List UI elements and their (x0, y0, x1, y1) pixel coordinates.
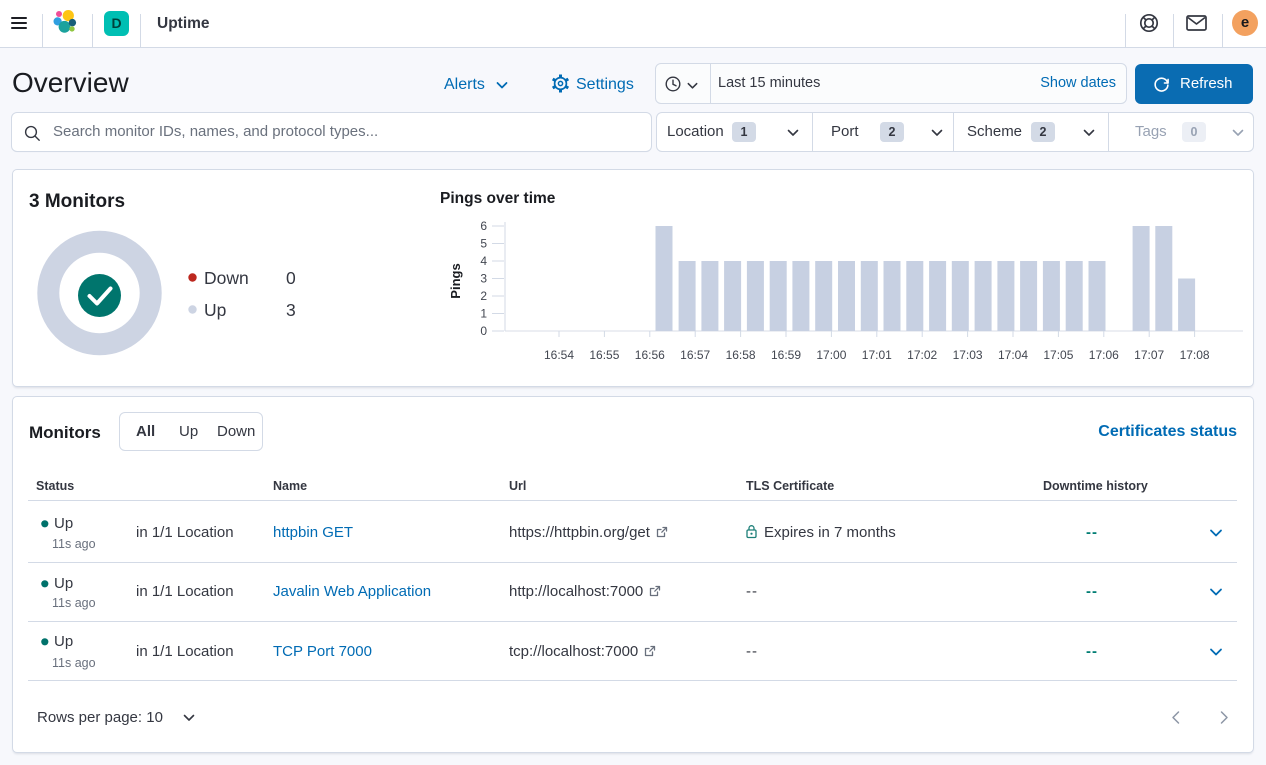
svg-text:17:00: 17:00 (816, 348, 846, 362)
svg-text:16:58: 16:58 (726, 348, 756, 362)
svg-text:Pings: Pings (448, 263, 463, 298)
svg-text:2: 2 (480, 289, 487, 303)
svg-text:17:07: 17:07 (1134, 348, 1164, 362)
svg-text:16:54: 16:54 (544, 348, 574, 362)
svg-text:0: 0 (480, 324, 487, 338)
svg-text:17:03: 17:03 (953, 348, 983, 362)
svg-text:16:55: 16:55 (589, 348, 619, 362)
svg-text:16:57: 16:57 (680, 348, 710, 362)
svg-text:17:05: 17:05 (1043, 348, 1073, 362)
svg-text:16:56: 16:56 (635, 348, 665, 362)
svg-text:16:59: 16:59 (771, 348, 801, 362)
svg-text:4: 4 (480, 254, 487, 268)
svg-text:17:08: 17:08 (1180, 348, 1210, 362)
svg-text:6: 6 (480, 219, 487, 233)
svg-text:3: 3 (480, 272, 487, 286)
svg-text:17:02: 17:02 (907, 348, 937, 362)
svg-text:1: 1 (480, 307, 487, 321)
svg-text:17:04: 17:04 (998, 348, 1028, 362)
svg-text:5: 5 (480, 237, 487, 251)
svg-text:17:01: 17:01 (862, 348, 892, 362)
svg-text:17:06: 17:06 (1089, 348, 1119, 362)
